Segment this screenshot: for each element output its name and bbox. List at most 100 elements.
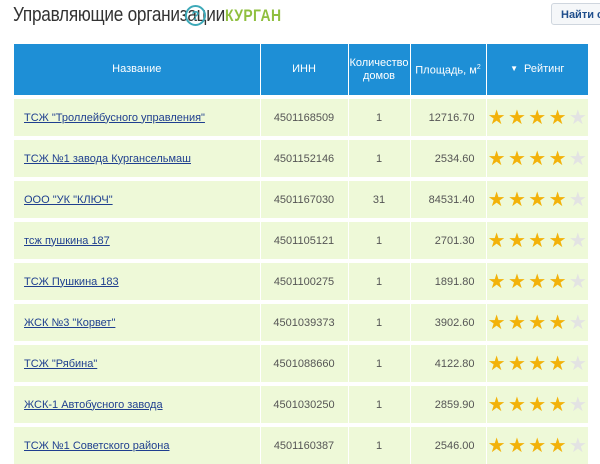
- cell-inn: 4501088660: [259, 341, 348, 384]
- cell-inn: 4501030250: [259, 382, 348, 425]
- star-empty-icon: ★: [568, 188, 587, 211]
- star-filled-icon: ★: [528, 311, 547, 334]
- rating-stars: ★ ★ ★ ★ ★: [487, 436, 589, 456]
- table-row: ТСЖ №1 завода Кургансельмаш 4501152146 1 25…: [14, 136, 589, 179]
- organization-link[interactable]: ТСЖ Пушкина 183: [24, 276, 119, 288]
- rating-header-label: Рейтинг: [524, 63, 565, 75]
- cell-name: ТСЖ №1 Советского района: [14, 423, 260, 464]
- star-filled-icon: ★: [548, 270, 567, 293]
- help-icon[interactable]: ?: [185, 5, 206, 26]
- star-empty-icon: ★: [568, 393, 587, 416]
- cell-rating: ★ ★ ★ ★ ★: [485, 218, 588, 261]
- star-empty-icon: ★: [568, 270, 587, 293]
- table-row: тсж пушкина 187 4501105121 1 2701.30 ★ ★ ★ ★ ★: [14, 218, 588, 261]
- star-filled-icon: ★: [548, 106, 567, 129]
- cell-rating: ★ ★ ★ ★ ★: [485, 95, 589, 138]
- cell-inn: 4501100275: [259, 259, 348, 302]
- star-empty-icon: ★: [568, 147, 587, 170]
- organization-link[interactable]: ЖСК-1 Автобусного завода: [24, 399, 163, 411]
- star-empty-icon: ★: [568, 434, 587, 457]
- cell-area: 3902.60: [409, 300, 486, 343]
- cell-area: 84531.40: [409, 177, 486, 220]
- city-name: КУРГАН: [225, 6, 282, 25]
- organization-link[interactable]: ЖСК №3 "Корвет": [24, 317, 115, 329]
- star-filled-icon: ★: [528, 352, 547, 375]
- cell-rating: ★ ★ ★ ★ ★: [485, 259, 588, 302]
- rating-stars: ★ ★ ★ ★ ★: [487, 108, 589, 128]
- cell-area: 4122.80: [409, 341, 486, 384]
- star-filled-icon: ★: [507, 434, 526, 457]
- area-header-unit-sup: 2: [476, 64, 481, 72]
- star-filled-icon: ★: [487, 393, 506, 416]
- star-filled-icon: ★: [507, 393, 526, 416]
- organization-link[interactable]: ООО "УК "КЛЮЧ": [24, 194, 113, 206]
- cell-name: ТСЖ №1 завода Кургансельмаш: [14, 136, 260, 179]
- cell-houses: 1: [347, 218, 410, 261]
- cell-name: ЖСК-1 Автобусного завода: [14, 382, 260, 425]
- column-header-area[interactable]: Площадь, м2: [409, 44, 486, 97]
- star-filled-icon: ★: [507, 311, 526, 334]
- rating-stars: ★ ★ ★ ★ ★: [487, 190, 589, 210]
- cell-area: 2859.90: [409, 382, 486, 425]
- star-filled-icon: ★: [507, 352, 526, 375]
- cell-area: 2546.00: [409, 423, 486, 464]
- cell-rating: ★ ★ ★ ★ ★: [485, 300, 588, 343]
- star-empty-icon: ★: [568, 352, 587, 375]
- cell-inn: 4501167030: [259, 177, 348, 220]
- star-filled-icon: ★: [507, 270, 526, 293]
- star-filled-icon: ★: [548, 229, 567, 252]
- table-row: ТСЖ "Рябина" 4501088660 1 4122.80 ★ ★ ★ ★ ★: [14, 341, 589, 384]
- star-filled-icon: ★: [507, 229, 526, 252]
- page-header: Управляющие организации ? КУРГАН Найти с…: [0, 0, 600, 36]
- organization-link[interactable]: ТСЖ №1 Советского района: [24, 440, 170, 452]
- star-filled-icon: ★: [487, 188, 506, 211]
- cell-rating: ★ ★ ★ ★ ★: [485, 136, 589, 179]
- table-row: ТСЖ №1 Советского района 4501160387 1 2546.…: [14, 423, 589, 464]
- cell-name: ТСЖ "Троллейбусного управления": [14, 95, 260, 138]
- star-filled-icon: ★: [487, 311, 506, 334]
- cell-inn: 4501105121: [259, 218, 348, 261]
- cell-houses: 31: [347, 177, 410, 220]
- column-header-name[interactable]: Название: [14, 44, 260, 97]
- rating-stars: ★ ★ ★ ★ ★: [487, 354, 589, 374]
- star-filled-icon: ★: [507, 106, 526, 129]
- cell-inn: 4501039373: [259, 300, 348, 343]
- table-row: ЖСК №3 "Корвет" 4501039373 1 3902.60 ★ ★ ★ ★ ★: [14, 300, 588, 343]
- cell-houses: 1: [347, 259, 410, 302]
- star-filled-icon: ★: [487, 106, 506, 129]
- cell-inn: 4501160387: [259, 423, 348, 464]
- star-empty-icon: ★: [568, 106, 587, 129]
- column-header-inn[interactable]: ИНН: [259, 44, 348, 97]
- find-button[interactable]: Найти св: [551, 3, 600, 25]
- star-filled-icon: ★: [487, 229, 506, 252]
- organization-link[interactable]: ТСЖ "Рябина": [24, 358, 97, 370]
- organization-link[interactable]: тсж пушкина 187: [24, 235, 110, 247]
- star-filled-icon: ★: [548, 352, 567, 375]
- star-filled-icon: ★: [528, 106, 547, 129]
- cell-name: тсж пушкина 187: [14, 218, 260, 261]
- cell-area: 2534.60: [409, 136, 486, 179]
- star-filled-icon: ★: [528, 393, 547, 416]
- rating-stars: ★ ★ ★ ★ ★: [487, 149, 589, 169]
- cell-houses: 1: [347, 341, 410, 384]
- organizations-table: Название ИНН Количество домов Площадь, м…: [14, 44, 588, 464]
- sort-arrow-icon: ▼: [510, 64, 519, 73]
- table-body: ТСЖ "Троллейбусного управления" 450116850…: [14, 95, 589, 464]
- rating-stars: ★ ★ ★ ★ ★: [487, 395, 589, 415]
- cell-inn: 4501168509: [259, 95, 348, 138]
- table-header-row: Название ИНН Количество домов Площадь, м…: [14, 44, 588, 97]
- cell-rating: ★ ★ ★ ★ ★: [485, 177, 589, 220]
- cell-houses: 1: [347, 382, 410, 425]
- column-header-houses[interactable]: Количество домов: [347, 44, 410, 97]
- table-row: ООО "УК "КЛЮЧ" 4501167030 31 84531.40 ★ ★ ★ ★ ★: [14, 177, 589, 220]
- star-empty-icon: ★: [568, 229, 587, 252]
- star-filled-icon: ★: [528, 188, 547, 211]
- cell-inn: 4501152146: [259, 136, 348, 179]
- cell-name: ЖСК №3 "Корвет": [14, 300, 260, 343]
- organization-link[interactable]: ТСЖ "Троллейбусного управления": [24, 112, 205, 124]
- star-filled-icon: ★: [487, 147, 506, 170]
- organization-link[interactable]: ТСЖ №1 завода Кургансельмаш: [24, 153, 191, 165]
- column-header-rating[interactable]: ▼ Рейтинг: [485, 44, 588, 97]
- star-filled-icon: ★: [507, 188, 526, 211]
- cell-name: ТСЖ "Рябина": [14, 341, 260, 384]
